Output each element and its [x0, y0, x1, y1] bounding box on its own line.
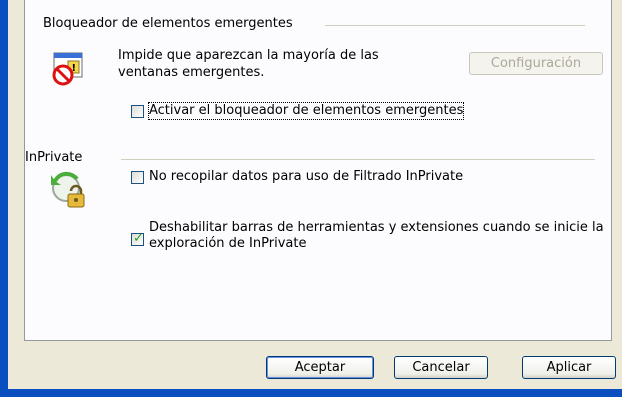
window-frame-bottom [0, 389, 622, 397]
cancel-button[interactable]: Cancelar [394, 356, 488, 379]
apply-button[interactable]: Aplicar [522, 356, 616, 379]
popup-settings-button[interactable]: Configuración [469, 52, 603, 75]
enable-popup-blocker-label[interactable]: Activar el bloqueador de elementos emerg… [147, 102, 465, 120]
privacy-tab-panel: Bloqueador de elementos emergentes ! Imp… [24, 0, 612, 341]
no-collect-inprivate-checkbox[interactable] [131, 171, 144, 184]
group-divider-popup [325, 25, 585, 26]
no-collect-inprivate-label[interactable]: No recopilar datos para uso de Filtrado … [149, 169, 463, 185]
inprivate-section-title: InPrivate [25, 150, 89, 165]
disable-toolbars-label[interactable]: Deshabilitar barras de herramientas y ex… [149, 220, 604, 252]
disable-toolbars-checkbox[interactable]: ✓ [131, 231, 144, 246]
group-divider-inprivate [121, 159, 595, 160]
ok-button[interactable]: Aceptar [266, 356, 374, 379]
popup-blocker-icon: ! [51, 51, 85, 91]
popup-blocker-description: Impide que aparezcan la mayoría de las v… [118, 48, 379, 80]
enable-popup-blocker-checkbox[interactable] [131, 105, 144, 118]
checkmark-icon: ✓ [133, 231, 144, 246]
popup-blocker-section-title: Bloqueador de elementos emergentes [43, 16, 299, 31]
window-frame-left [0, 0, 8, 397]
inprivate-lock-icon [49, 171, 87, 215]
